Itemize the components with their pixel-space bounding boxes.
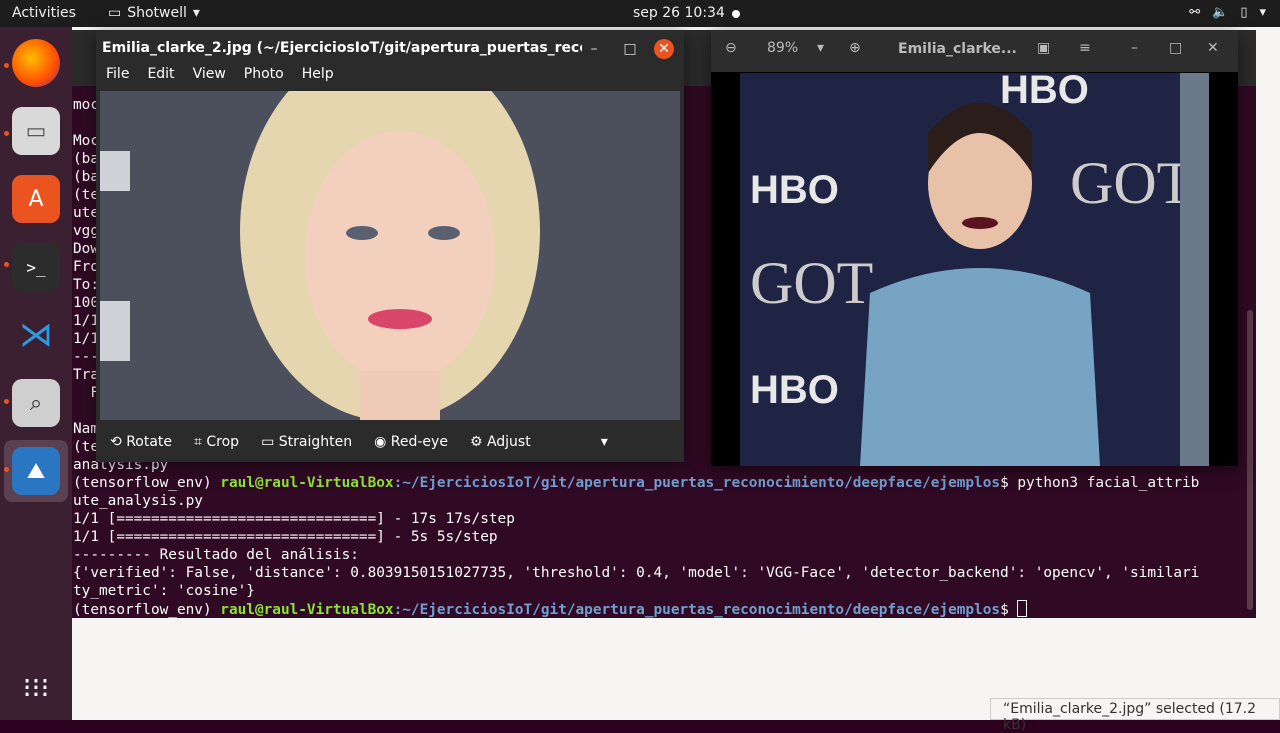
running-indicator xyxy=(4,131,9,136)
close-icon[interactable]: ✕ xyxy=(654,39,674,59)
chevron-down-icon[interactable]: ▾ xyxy=(817,40,824,56)
app-menu[interactable]: ▭ Shotwell ▾ xyxy=(108,5,200,21)
menu-help[interactable]: Help xyxy=(302,66,334,90)
straighten-button[interactable]: ▭ Straighten xyxy=(261,434,352,450)
banner-logo: GOT xyxy=(750,250,873,316)
clock[interactable]: sep 26 10:34 xyxy=(633,5,725,21)
maximize-icon[interactable]: □ xyxy=(1169,40,1182,56)
shotwell-app-icon: ▭ xyxy=(108,5,122,21)
prompt-env: (tensorflow_env) xyxy=(73,602,221,618)
terminal-line: (tensorflow_env) raul@raul-VirtualBox:~/… xyxy=(73,474,1199,492)
maximize-icon[interactable]: □ xyxy=(620,39,640,59)
network-icon: ⚯ xyxy=(1189,5,1201,20)
prompt-end: $ xyxy=(1000,602,1018,618)
terminal-line: {'verified': False, 'distance': 0.803915… xyxy=(73,565,1200,581)
dock: ▭ A >_ ⋊ ⌕ ⛰ ⁝⁝⁝ xyxy=(0,27,72,720)
prompt-user: raul@raul-VirtualBox xyxy=(220,475,394,491)
terminal-line: 1/1 [==============================] - 1… xyxy=(73,511,515,527)
terminal-line: --------- Resultado del análisis: xyxy=(73,547,359,563)
straighten-label: Straighten xyxy=(278,434,353,450)
battery-icon: ▯ xyxy=(1240,5,1248,20)
system-tray[interactable]: ⚯ 🔈 ▯ ▾ xyxy=(1189,5,1266,20)
terminal-line: ute_analysis.py xyxy=(73,493,203,509)
menu-edit[interactable]: Edit xyxy=(147,66,174,90)
terminal-icon[interactable]: >_ xyxy=(12,243,60,291)
running-indicator xyxy=(4,63,9,68)
menu-file[interactable]: File xyxy=(106,66,129,90)
rotate-label: Rotate xyxy=(126,434,173,450)
adjust-button[interactable]: ⚙ Adjust xyxy=(470,434,531,450)
shotwell-icon[interactable]: ⛰ xyxy=(12,447,60,495)
top-bar: Activities ▭ Shotwell ▾ sep 26 10:34 ⚯ 🔈… xyxy=(0,0,1280,27)
menu-view[interactable]: View xyxy=(193,66,226,90)
running-indicator xyxy=(4,399,9,404)
banner-logo: GOT xyxy=(1070,150,1193,216)
photo-canvas[interactable] xyxy=(100,91,680,420)
adjust-label: Adjust xyxy=(486,434,531,450)
prompt-user: raul@raul-VirtualBox xyxy=(220,602,394,618)
menu-photo[interactable]: Photo xyxy=(244,66,284,90)
viewer-title: Emilia_clarke... xyxy=(898,41,1017,57)
files-icon[interactable]: ▭ xyxy=(12,107,60,155)
chevron-down-icon[interactable]: ▾ xyxy=(601,434,608,450)
menu-bar: File Edit View Photo Help xyxy=(96,66,684,90)
software-icon[interactable]: A xyxy=(12,175,60,223)
terminal-line: 1/1 [==============================] - 5… xyxy=(73,529,498,545)
prompt-path: :~/EjerciciosIoT/git/apertura_puertas_re… xyxy=(393,602,1001,618)
viewer-headerbar: ⊖ 89% ▾ ⊕ Emilia_clarke... ▣ ≡ – □ ✕ xyxy=(711,30,1238,72)
zoom-out-icon[interactable]: ⊖ xyxy=(725,40,737,56)
banner-logo: HBO xyxy=(1000,73,1089,112)
activities-button[interactable]: Activities xyxy=(12,5,76,21)
crop-label: Crop xyxy=(206,434,240,450)
redeye-label: Red-eye xyxy=(390,434,448,450)
menu-icon[interactable]: ≡ xyxy=(1079,40,1091,56)
close-icon[interactable]: ✕ xyxy=(1207,40,1219,56)
rotate-button[interactable]: ⟲ Rotate xyxy=(110,434,172,450)
prompt-command: $ python3 facial_attrib xyxy=(1000,475,1200,491)
vscode-icon[interactable]: ⋊ xyxy=(12,311,60,359)
portrait-photo xyxy=(100,91,680,420)
prompt-env: (tensorflow_env) xyxy=(73,475,221,491)
viewer-photo: HBO HBO HBO GOT GOT xyxy=(740,73,1209,466)
apps-grid-icon[interactable]: ⁝⁝⁝ xyxy=(12,663,60,711)
crop-button[interactable]: ⌗ Crop xyxy=(194,434,239,450)
chevron-down-icon: ▾ xyxy=(1259,5,1266,20)
chevron-down-icon: ▾ xyxy=(192,5,200,21)
zoom-in-icon[interactable]: ⊕ xyxy=(849,40,861,56)
edit-toolbar: ⟲ Rotate ⌗ Crop ▭ Straighten ◉ Red-eye ⚙… xyxy=(96,422,684,462)
terminal-cursor xyxy=(1017,600,1028,617)
notification-dot-icon xyxy=(732,10,740,18)
zoom-level[interactable]: 89% xyxy=(767,40,798,56)
redeye-button[interactable]: ◉ Red-eye xyxy=(374,434,448,450)
banner-logo: HBO xyxy=(750,368,839,412)
status-bar: “Emilia_clarke_2.jpg” selected (17.2 kB) xyxy=(990,698,1280,733)
minimize-icon[interactable]: – xyxy=(584,39,604,59)
running-indicator xyxy=(4,467,9,472)
event-photo: HBO HBO HBO GOT GOT xyxy=(740,73,1209,466)
app-name: Shotwell xyxy=(127,5,187,21)
search-icon[interactable]: ⌕ xyxy=(12,379,60,427)
banner-logo: HBO xyxy=(750,168,839,212)
gallery-icon[interactable]: ▣ xyxy=(1037,40,1050,56)
terminal-line: ty_metric': 'cosine'} xyxy=(73,583,255,599)
terminal-scrollbar[interactable] xyxy=(1247,310,1253,610)
volume-icon: 🔈 xyxy=(1212,5,1229,20)
image-viewer-window[interactable]: ⊖ 89% ▾ ⊕ Emilia_clarke... ▣ ≡ – □ ✕ HBO… xyxy=(711,30,1238,466)
running-indicator xyxy=(4,262,9,267)
firefox-icon[interactable] xyxy=(12,39,60,87)
window-title: Emilia_clarke_2.jpg (~/EjerciciosIoT/git… xyxy=(102,40,582,56)
prompt-path: :~/EjerciciosIoT/git/apertura_puertas_re… xyxy=(393,475,1001,491)
minimize-icon[interactable]: – xyxy=(1131,40,1138,56)
terminal-prompt-line: (tensorflow_env) raul@raul-VirtualBox:~/… xyxy=(73,600,1028,618)
shotwell-window[interactable]: Emilia_clarke_2.jpg (~/EjerciciosIoT/git… xyxy=(96,30,684,462)
